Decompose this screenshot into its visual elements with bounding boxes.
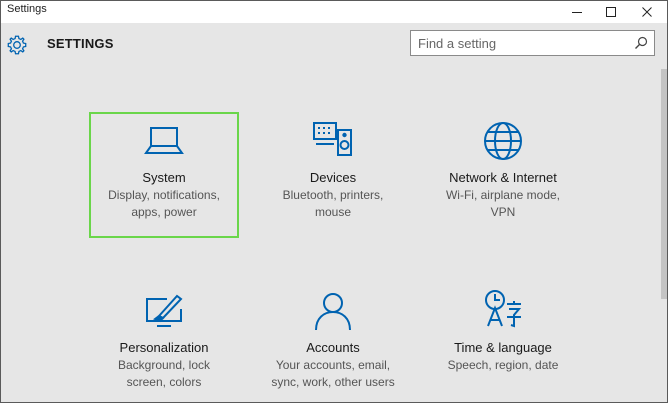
tile-description: Display, notifications, [108,188,220,202]
tile-system[interactable]: System Display, notifications, apps, pow… [89,112,239,238]
person-icon [315,293,351,331]
devices-icon [313,122,352,156]
tile-title: System [142,170,186,185]
tile-title: Accounts [306,340,360,355]
close-button[interactable] [627,1,667,23]
tile-description: screen, colors [126,375,202,389]
tile-accounts[interactable]: Accounts Your accounts, email, sync, wor… [258,282,408,402]
tile-title: Time & language [454,340,552,355]
tile-description: Speech, region, date [447,358,559,372]
settings-window: Settings SETTINGS Find a setting System … [0,0,668,403]
tile-description: mouse [314,205,352,219]
tile-title: Network & Internet [449,170,557,185]
tile-network-internet[interactable]: Network & Internet Wi-Fi, airplane mode,… [428,112,578,238]
globe-icon [484,122,522,160]
search-box[interactable] [410,30,655,56]
tile-time-language[interactable]: Time & language Speech, region, date [428,282,578,402]
tile-description: VPN [490,205,516,219]
laptop-icon [144,127,184,154]
scrollbar[interactable] [661,69,667,299]
search-icon[interactable] [634,36,648,50]
settings-header: SETTINGS [1,23,667,69]
tile-description: sync, work, other users [271,375,395,389]
tile-description: apps, power [131,205,197,219]
tile-description: Bluetooth, printers, [282,188,384,202]
tile-description: Wi-Fi, airplane mode, [445,188,561,202]
page-title: SETTINGS [47,36,114,51]
title-bar: Settings [1,1,667,23]
window-title: Settings [7,3,47,15]
close-icon [642,7,652,17]
paint-icon [146,294,183,327]
tile-title: Devices [309,170,357,185]
tile-title: Personalization [119,340,209,355]
maximize-icon [606,7,616,17]
gear-icon [7,35,27,55]
tile-description: Background, lock [117,358,211,372]
search-input[interactable] [411,31,634,55]
minimize-icon [572,12,582,13]
maximize-button[interactable] [591,1,631,23]
tile-devices[interactable]: Devices Bluetooth, printers, mouse [258,112,408,238]
tile-personalization[interactable]: Personalization Background, lock screen,… [89,282,239,402]
tile-description: Your accounts, email, [275,358,391,372]
language-icon [485,290,522,328]
